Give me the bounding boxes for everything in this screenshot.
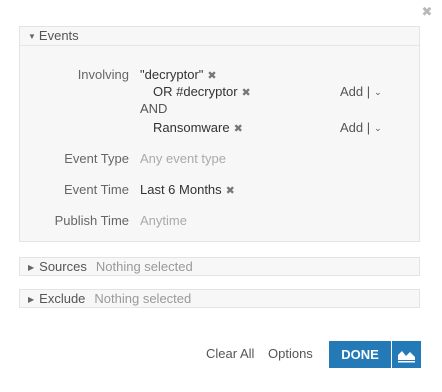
query-token-text: OR #decryptor (153, 84, 238, 99)
exclude-section[interactable]: ▶ Exclude Nothing selected (19, 289, 420, 308)
query-token-decryptor: "decryptor" ✖ (140, 67, 217, 82)
chevron-down-icon: ⌄ (374, 123, 382, 133)
exclude-header-label: Exclude (39, 291, 86, 306)
options-button[interactable]: Options (268, 346, 313, 361)
sources-header-label: Sources (39, 259, 87, 274)
done-button[interactable]: DONE (329, 341, 391, 368)
events-section-header[interactable]: ▼ Events (20, 27, 419, 46)
remove-token-icon[interactable]: ✖ (226, 185, 235, 197)
add-term-dropdown-2[interactable]: Add | ⌄ (340, 120, 382, 135)
query-token-ransomware: Ransomware ✖ (153, 120, 243, 135)
caret-right-icon: ▶ (28, 295, 35, 304)
event-time-label: Event Time (63, 182, 129, 197)
event-type-selector[interactable]: Any event type (140, 151, 226, 166)
and-operator: AND (140, 101, 168, 116)
add-label: Add (340, 120, 364, 135)
publish-time-label: Publish Time (54, 213, 129, 228)
event-time-token[interactable]: Last 6 Months ✖ (140, 182, 235, 197)
exclude-value: Nothing selected (94, 291, 192, 306)
caret-right-icon: ▶ (28, 263, 35, 272)
close-icon[interactable]: ✖ (421, 5, 433, 18)
caret-down-icon: ▼ (28, 32, 36, 41)
query-token-or-decryptor: OR #decryptor ✖ (153, 84, 251, 99)
remove-token-icon[interactable]: ✖ (242, 87, 251, 99)
sources-value: Nothing selected (95, 259, 193, 274)
sources-section[interactable]: ▶ Sources Nothing selected (19, 257, 420, 276)
remove-token-icon[interactable]: ✖ (207, 70, 216, 82)
events-section: ▼ Events Involving "decryptor" ✖ OR #decry… (19, 26, 420, 242)
involving-label: Involving (77, 67, 129, 82)
publish-time-selector[interactable]: Anytime (140, 213, 187, 228)
add-term-dropdown[interactable]: Add | ⌄ (340, 84, 382, 99)
separator: | (366, 120, 371, 135)
area-chart-icon (398, 351, 415, 363)
clear-all-button[interactable]: Clear All (206, 346, 254, 361)
separator: | (366, 84, 371, 99)
chart-view-button[interactable] (392, 341, 421, 368)
chevron-down-icon: ⌄ (374, 87, 382, 97)
event-type-label: Event Type (64, 151, 129, 166)
add-label: Add (340, 84, 364, 99)
events-header-label: Events (38, 28, 79, 43)
query-token-text: "decryptor" (140, 67, 204, 82)
query-token-text: Ransomware (153, 120, 230, 135)
remove-token-icon[interactable]: ✖ (234, 123, 243, 135)
event-time-value: Last 6 Months (140, 182, 222, 197)
